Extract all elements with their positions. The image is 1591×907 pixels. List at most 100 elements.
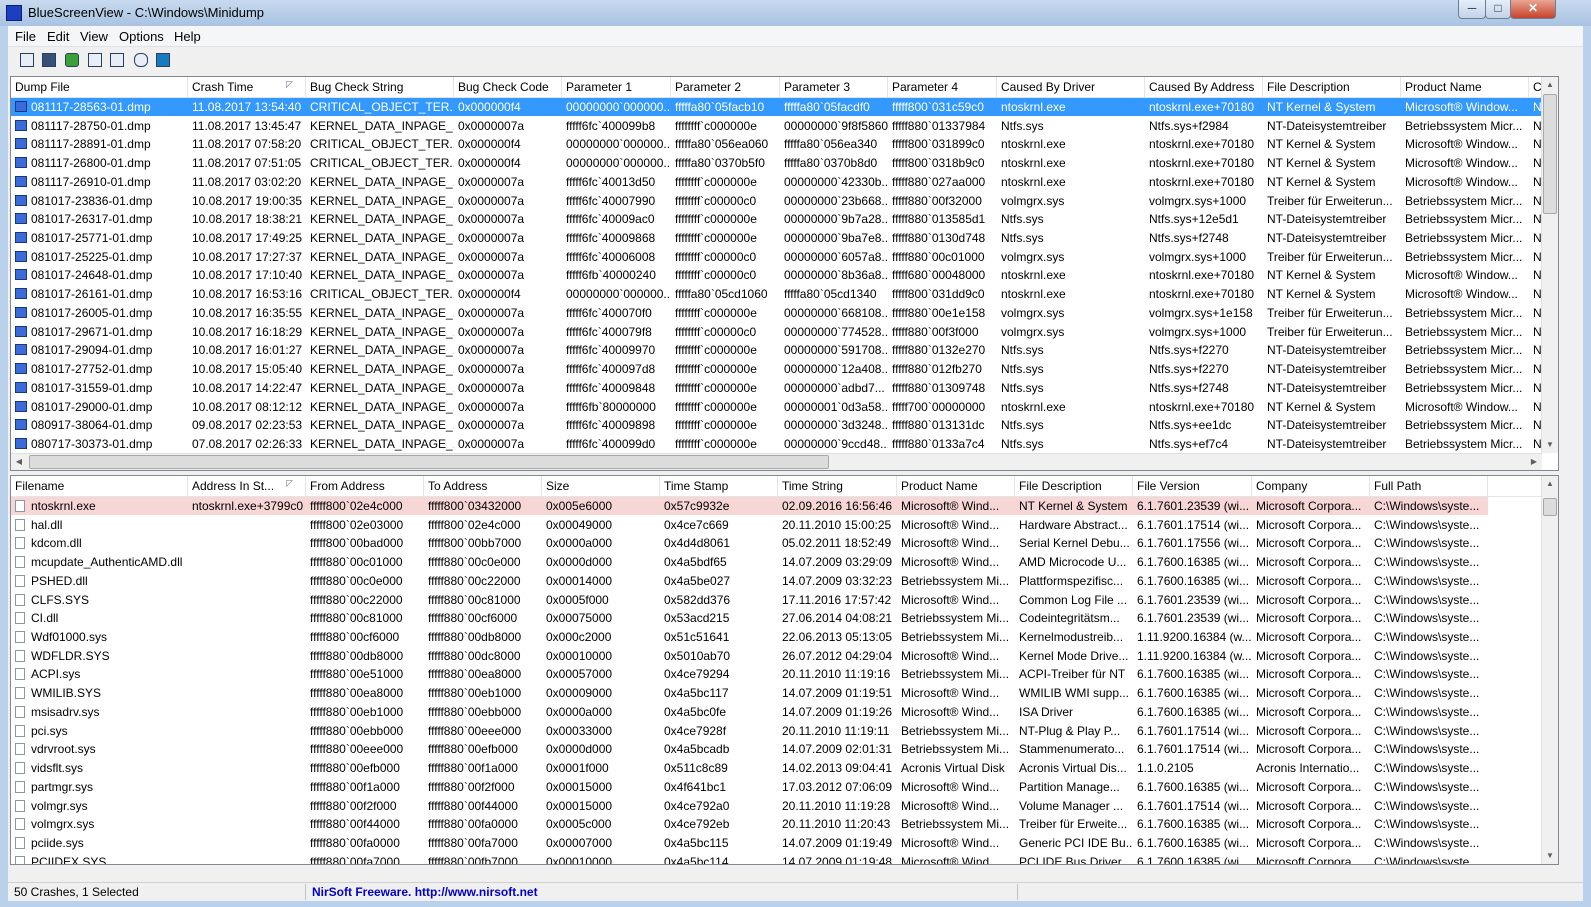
- crash-row[interactable]: 081017-29000-01.dmp 10.08.2017 08:12:12 KE…: [11, 398, 1558, 416]
- save-button[interactable]: [40, 51, 57, 68]
- crash-cell: 11.08.2017 13:45:47: [192, 118, 302, 133]
- module-row[interactable]: kdcom.dll fffff800`00bad000 fffff800`00bb7…: [11, 534, 1558, 552]
- menu-view[interactable]: View: [80, 29, 108, 44]
- crash-column-header[interactable]: File Description: [1263, 77, 1401, 97]
- crash-horizontal-scrollbar[interactable]: ◀ ▶: [11, 453, 1542, 470]
- scroll-thumb[interactable]: [1543, 498, 1557, 516]
- scroll-down-icon[interactable]: ▼: [1542, 848, 1558, 864]
- scroll-down-icon[interactable]: ▼: [1542, 437, 1558, 453]
- module-row[interactable]: partmgr.sys fffff880`00f1a000 fffff880`00f…: [11, 778, 1558, 796]
- module-row[interactable]: pciide.sys fffff880`00fa0000 fffff880`00fa…: [11, 834, 1558, 852]
- module-row[interactable]: ACPI.sys fffff880`00e51000 fffff880`00ea80…: [11, 665, 1558, 683]
- crash-column-header[interactable]: Parameter 4: [888, 77, 997, 97]
- module-column-header[interactable]: To Address: [424, 476, 542, 496]
- exit-button[interactable]: [154, 51, 171, 68]
- module-row[interactable]: msisadrv.sys fffff880`00eb1000 fffff880`00…: [11, 703, 1558, 721]
- module-row[interactable]: PSHED.dll fffff880`00c0e000 fffff880`00c22…: [11, 572, 1558, 590]
- scroll-thumb[interactable]: [1543, 94, 1557, 214]
- module-cell: fffff880`00c22000: [428, 573, 521, 588]
- module-row[interactable]: Wdf01000.sys fffff880`00cf6000 fffff880`00…: [11, 628, 1558, 646]
- crash-row[interactable]: 081017-25225-01.dmp 10.08.2017 17:27:37 KE…: [11, 248, 1558, 266]
- copy-button[interactable]: [86, 51, 103, 68]
- module-list[interactable]: Filename Address In St... ◸ From Address To …: [10, 475, 1559, 865]
- crash-column-header[interactable]: Caused By Address: [1145, 77, 1263, 97]
- module-row[interactable]: PCIIDEX.SYS fffff880`00fa7000 fffff880`00f…: [11, 853, 1558, 864]
- crash-column-header[interactable]: Bug Check Code: [454, 77, 562, 97]
- crash-column-header[interactable]: Parameter 2: [671, 77, 780, 97]
- crash-row[interactable]: 080917-38064-01.dmp 09.08.2017 02:23:53 KE…: [11, 416, 1558, 434]
- crash-row[interactable]: 081017-26317-01.dmp 10.08.2017 18:38:21 KE…: [11, 210, 1558, 228]
- module-row[interactable]: WMILIB.SYS fffff880`00ea8000 fffff880`00eb…: [11, 684, 1558, 702]
- module-row[interactable]: pci.sys fffff880`00ebb000 fffff880`00eee00…: [11, 722, 1558, 740]
- properties-button[interactable]: [108, 51, 125, 68]
- crash-row[interactable]: 081117-28563-01.dmp 11.08.2017 13:54:40 CR…: [11, 98, 1558, 116]
- menu-help[interactable]: Help: [174, 29, 201, 44]
- scroll-up-icon[interactable]: ▲: [1542, 77, 1558, 93]
- module-row[interactable]: CI.dll fffff880`00c81000 fffff880`00cf6000…: [11, 609, 1558, 627]
- crash-row[interactable]: 080717-30373-01.dmp 07.08.2017 02:26:33 KE…: [11, 435, 1558, 453]
- module-cell: [188, 853, 306, 864]
- module-row[interactable]: volmgrx.sys fffff880`00f44000 fffff880`00f…: [11, 815, 1558, 833]
- properties-list-button[interactable]: [18, 51, 35, 68]
- module-cell: fffff880`00ebb000: [428, 704, 522, 719]
- crash-column-header[interactable]: Parameter 3: [780, 77, 888, 97]
- refresh-button[interactable]: [63, 51, 80, 68]
- crash-row[interactable]: 081017-27752-01.dmp 10.08.2017 15:05:40 KE…: [11, 360, 1558, 378]
- crash-vertical-scrollbar[interactable]: ▲ ▼: [1541, 77, 1558, 453]
- module-row[interactable]: WDFLDR.SYS fffff880`00db8000 fffff880`00dc…: [11, 647, 1558, 665]
- module-row[interactable]: volmgr.sys fffff880`00f2f000 fffff880`00f4…: [11, 797, 1558, 815]
- crash-row[interactable]: 081017-25771-01.dmp 10.08.2017 17:49:25 KE…: [11, 229, 1558, 247]
- module-row[interactable]: mcupdate_AuthenticAMD.dll fffff880`00c010…: [11, 553, 1558, 571]
- module-cell: 0x57c9932e: [664, 499, 730, 513]
- crash-row[interactable]: 081017-26161-01.dmp 10.08.2017 16:53:16 CR…: [11, 285, 1558, 303]
- find-button[interactable]: [132, 51, 149, 68]
- crash-column-header[interactable]: Caused By Driver: [997, 77, 1145, 97]
- close-button[interactable]: ✕: [1510, 0, 1556, 19]
- menu-options[interactable]: Options: [119, 29, 164, 44]
- module-column-header[interactable]: Size: [542, 476, 660, 496]
- scroll-left-icon[interactable]: ◀: [11, 454, 27, 470]
- scroll-right-icon[interactable]: ▶: [1526, 454, 1542, 470]
- module-row[interactable]: ntoskrnl.exe ntoskrnl.exe+3799c0 fffff800`…: [11, 497, 1488, 515]
- minimize-button[interactable]: ─: [1458, 0, 1486, 19]
- crash-row[interactable]: 081017-26005-01.dmp 10.08.2017 16:35:55 KE…: [11, 304, 1558, 322]
- crash-row[interactable]: 081017-24648-01.dmp 10.08.2017 17:10:40 KE…: [11, 266, 1558, 284]
- crash-column-header[interactable]: Product Name: [1401, 77, 1529, 97]
- module-vertical-scrollbar[interactable]: ▲ ▼: [1541, 476, 1558, 864]
- menu-file[interactable]: File: [15, 29, 36, 44]
- module-column-header[interactable]: Time String: [778, 476, 897, 496]
- crash-row[interactable]: 081117-26800-01.dmp 11.08.2017 07:51:05 CR…: [11, 154, 1558, 172]
- menu-edit[interactable]: Edit: [47, 29, 69, 44]
- crash-column-header[interactable]: Bug Check String: [306, 77, 454, 97]
- crash-row[interactable]: 081117-26910-01.dmp 11.08.2017 03:02:20 KE…: [11, 173, 1558, 191]
- scroll-up-icon[interactable]: ▲: [1542, 476, 1558, 492]
- module-cell: fffff880`00fa0000: [428, 817, 518, 832]
- module-row[interactable]: vdrvroot.sys fffff880`00eee000 fffff880`00…: [11, 740, 1558, 758]
- module-row[interactable]: CLFS.SYS fffff880`00c22000 fffff880`00c810…: [11, 591, 1558, 609]
- crash-row[interactable]: 081017-23836-01.dmp 10.08.2017 19:00:35 KE…: [11, 192, 1558, 210]
- hscroll-thumb[interactable]: [29, 455, 829, 469]
- crash-cell: ntoskrnl.exe+70180: [1149, 399, 1255, 414]
- crash-row[interactable]: 081017-29671-01.dmp 10.08.2017 16:18:29 KE…: [11, 323, 1558, 341]
- crash-row[interactable]: 081017-29094-01.dmp 10.08.2017 16:01:27 KE…: [11, 341, 1558, 359]
- module-column-header[interactable]: From Address: [306, 476, 424, 496]
- module-column-header[interactable]: Product Name: [897, 476, 1015, 496]
- dump-file-icon: [15, 101, 27, 112]
- module-column-header[interactable]: Company: [1252, 476, 1370, 496]
- module-cell: 0x00015000: [546, 779, 613, 794]
- crash-row[interactable]: 081117-28891-01.dmp 11.08.2017 07:58:20 CR…: [11, 135, 1558, 153]
- module-column-header[interactable]: Full Path: [1370, 476, 1488, 496]
- module-column-header[interactable]: Filename: [11, 476, 188, 496]
- crash-column-header[interactable]: Parameter 1: [562, 77, 671, 97]
- crash-row[interactable]: 081017-31559-01.dmp 10.08.2017 14:22:47 KE…: [11, 379, 1558, 397]
- module-row[interactable]: hal.dll fffff800`02e03000 fffff800`02e4c00…: [11, 516, 1558, 534]
- module-column-header[interactable]: Time Stamp: [660, 476, 778, 496]
- crash-row[interactable]: 081117-28750-01.dmp 11.08.2017 13:45:47 KE…: [11, 117, 1558, 135]
- maximize-button[interactable]: □: [1485, 0, 1511, 19]
- module-column-header[interactable]: File Description: [1015, 476, 1133, 496]
- nirsoft-link[interactable]: NirSoft Freeware. http://www.nirsoft.net: [312, 885, 538, 899]
- module-column-header[interactable]: File Version: [1133, 476, 1252, 496]
- crash-column-header[interactable]: Dump File: [11, 77, 188, 97]
- module-row[interactable]: vidsflt.sys fffff880`00efb000 fffff880`00f…: [11, 759, 1558, 777]
- crash-list[interactable]: Dump File Crash Time ◸ Bug Check String Bug …: [10, 76, 1559, 471]
